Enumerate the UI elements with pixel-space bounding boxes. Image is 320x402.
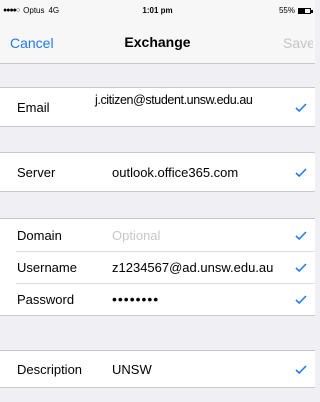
description-group: Description UNSW bbox=[0, 350, 315, 388]
checkmark-icon bbox=[295, 364, 307, 374]
server-field[interactable]: outlook.office365.com bbox=[112, 165, 238, 180]
checkmark-icon bbox=[295, 294, 307, 304]
status-time: 1:01 pm bbox=[142, 6, 173, 15]
checkmark-icon bbox=[295, 262, 307, 272]
email-row[interactable]: Email j.citizen@student.unsw.edu.au bbox=[0, 88, 315, 126]
username-row[interactable]: Username z1234567@ad.unsw.edu.au bbox=[0, 251, 315, 283]
domain-label: Domain bbox=[17, 227, 62, 243]
status-bar: ●●●●○ Optus 4G 1:01 pm 55% bbox=[0, 0, 315, 22]
username-label: Username bbox=[17, 259, 77, 275]
domain-field[interactable]: Optional bbox=[112, 228, 160, 243]
description-field[interactable]: UNSW bbox=[112, 362, 152, 377]
server-group: Server outlook.office365.com bbox=[0, 152, 315, 192]
checkmark-icon bbox=[295, 102, 307, 112]
save-button[interactable]: Save bbox=[283, 35, 313, 51]
battery-info: 55% bbox=[278, 6, 313, 15]
password-row[interactable]: Password •••••••• bbox=[0, 283, 315, 315]
password-field[interactable]: •••••••• bbox=[112, 291, 159, 307]
description-row[interactable]: Description UNSW bbox=[0, 351, 315, 387]
email-group: Email j.citizen@student.unsw.edu.au bbox=[0, 87, 315, 127]
checkmark-icon bbox=[295, 230, 307, 240]
email-label: Email bbox=[17, 99, 50, 115]
username-field[interactable]: z1234567@ad.unsw.edu.au bbox=[112, 260, 273, 275]
page-title: Exchange bbox=[124, 34, 191, 50]
server-row[interactable]: Server outlook.office365.com bbox=[0, 153, 315, 191]
description-label: Description bbox=[17, 361, 83, 377]
credentials-group: Domain Optional Username z1234567@ad.uns… bbox=[0, 218, 315, 316]
checkmark-icon bbox=[295, 167, 307, 177]
battery-percent: 55% bbox=[278, 6, 295, 15]
battery-icon bbox=[298, 7, 313, 14]
navigation-bar: Cancel Exchange Save bbox=[0, 22, 315, 64]
password-label: Password bbox=[17, 291, 75, 307]
server-label: Server bbox=[17, 164, 56, 180]
email-field[interactable]: j.citizen@student.unsw.edu.au bbox=[95, 93, 253, 107]
domain-row[interactable]: Domain Optional bbox=[0, 219, 315, 251]
